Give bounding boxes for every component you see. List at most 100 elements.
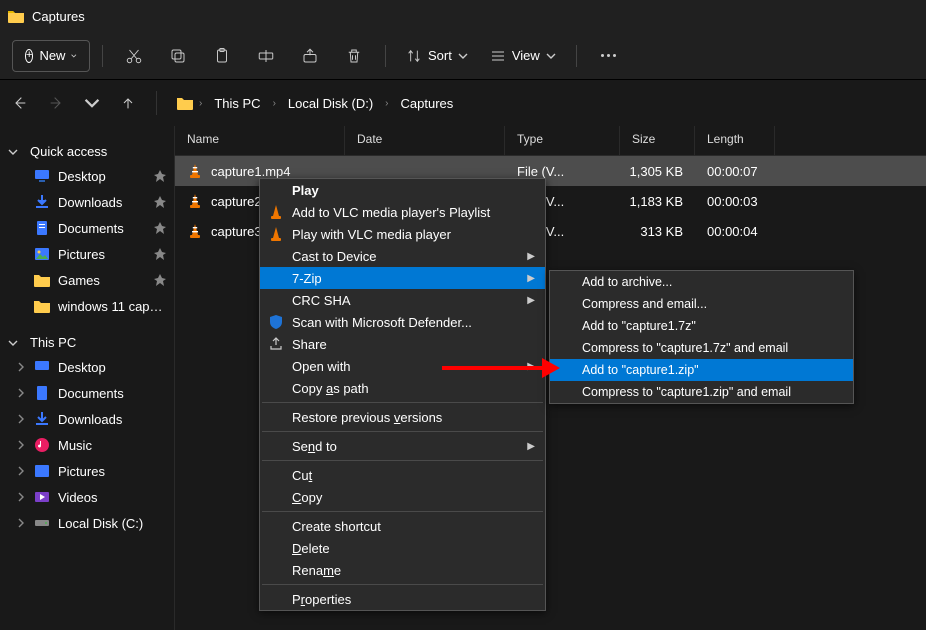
- column-length[interactable]: Length: [695, 126, 775, 155]
- menu-item-add-vlc-playlist[interactable]: Add to VLC media player's Playlist: [260, 201, 545, 223]
- paste-icon[interactable]: [203, 38, 241, 74]
- menu-item-play-vlc[interactable]: Play with VLC media player: [260, 223, 545, 245]
- menu-item-copy-as-path[interactable]: Copy as path: [260, 377, 545, 399]
- menu-item-add-archive[interactable]: Add to archive...: [550, 271, 853, 293]
- menu-item-send-to[interactable]: Send to▶: [260, 435, 545, 457]
- sidebar-item-desktop[interactable]: Desktop: [0, 163, 174, 189]
- sidebar-this-pc[interactable]: This PC: [0, 331, 174, 354]
- view-button[interactable]: View: [482, 44, 564, 68]
- breadcrumb-item[interactable]: Local Disk (D:): [282, 94, 379, 113]
- toolbar: + New Sort View: [0, 32, 926, 80]
- column-date[interactable]: Date: [345, 126, 505, 155]
- sidebar-item-w11captures[interactable]: windows 11 captures: [0, 293, 174, 319]
- recent-button[interactable]: [84, 95, 100, 111]
- column-name[interactable]: Name: [175, 126, 345, 155]
- menu-item-add-7z[interactable]: Add to "capture1.7z": [550, 315, 853, 337]
- titlebar: Captures: [0, 0, 926, 32]
- forward-button[interactable]: [48, 95, 64, 111]
- pictures-icon: [34, 463, 50, 479]
- menu-item-play[interactable]: Play: [260, 179, 545, 201]
- sidebar-item-label: Local Disk (C:): [58, 516, 166, 531]
- menu-item-crc[interactable]: CRC SHA▶: [260, 289, 545, 311]
- submenu-arrow-icon: ▶: [527, 251, 535, 262]
- chevron-right-icon: [16, 518, 26, 528]
- menu-item-cast[interactable]: Cast to Device▶: [260, 245, 545, 267]
- menu-item-compress-7z-email[interactable]: Compress to "capture1.7z" and email: [550, 337, 853, 359]
- sidebar-item-label: windows 11 captures: [58, 299, 166, 314]
- chevron-down-icon: [71, 53, 77, 59]
- menu-item-delete[interactable]: Delete: [260, 537, 545, 559]
- chevron-right-icon: ›: [385, 98, 388, 109]
- sidebar-item-pictures[interactable]: Pictures: [0, 458, 174, 484]
- delete-icon[interactable]: [335, 38, 373, 74]
- vlc-icon: [268, 226, 284, 242]
- sort-label: Sort: [428, 48, 452, 63]
- rename-icon[interactable]: [247, 38, 285, 74]
- menu-item-defender[interactable]: Scan with Microsoft Defender...: [260, 311, 545, 333]
- sidebar-item-documents[interactable]: Documents: [0, 215, 174, 241]
- sidebar-item-desktop[interactable]: Desktop: [0, 354, 174, 380]
- sidebar-item-music[interactable]: Music: [0, 432, 174, 458]
- new-button[interactable]: + New: [12, 40, 90, 72]
- sidebar-item-downloads[interactable]: Downloads: [0, 189, 174, 215]
- chevron-down-icon: [8, 147, 18, 157]
- submenu-arrow-icon: ▶: [527, 441, 535, 452]
- menu-item-rename[interactable]: Rename: [260, 559, 545, 581]
- column-headers: Name Date Type Size Length: [175, 126, 926, 156]
- cut-icon[interactable]: [115, 38, 153, 74]
- sidebar-item-label: This PC: [30, 335, 76, 350]
- menu-item-properties[interactable]: Properties: [260, 588, 545, 610]
- sidebar: Quick access Desktop Downloads Documents: [0, 126, 175, 630]
- documents-icon: [34, 385, 50, 401]
- sidebar-item-pictures[interactable]: Pictures: [0, 241, 174, 267]
- pin-icon: [154, 248, 166, 260]
- sidebar-item-games[interactable]: Games: [0, 267, 174, 293]
- submenu-arrow-icon: ▶: [527, 295, 535, 306]
- desktop-icon: [34, 359, 50, 375]
- menu-item-7zip[interactable]: 7-Zip▶: [260, 267, 545, 289]
- back-button[interactable]: [12, 95, 28, 111]
- folder-icon: [8, 9, 24, 23]
- sidebar-quick-access[interactable]: Quick access: [0, 140, 174, 163]
- sidebar-item-label: Downloads: [58, 412, 166, 427]
- sidebar-item-label: Documents: [58, 386, 166, 401]
- pin-icon: [154, 170, 166, 182]
- sort-button[interactable]: Sort: [398, 44, 476, 68]
- column-size[interactable]: Size: [620, 126, 695, 155]
- breadcrumb-item[interactable]: This PC: [208, 94, 266, 113]
- copy-icon[interactable]: [159, 38, 197, 74]
- file-length: 00:00:07: [707, 164, 758, 179]
- sidebar-item-label: Desktop: [58, 360, 166, 375]
- sidebar-item-downloads[interactable]: Downloads: [0, 406, 174, 432]
- vlc-icon: [187, 193, 203, 209]
- share-icon: [268, 336, 284, 352]
- menu-item-restore[interactable]: Restore previous versions: [260, 406, 545, 428]
- breadcrumb-item[interactable]: Captures: [395, 94, 460, 113]
- menu-item-compress-email[interactable]: Compress and email...: [550, 293, 853, 315]
- sidebar-item-label: Videos: [58, 490, 166, 505]
- more-button[interactable]: [589, 54, 628, 57]
- menu-item-create-shortcut[interactable]: Create shortcut: [260, 515, 545, 537]
- music-icon: [34, 437, 50, 453]
- file-size: 313 KB: [640, 224, 683, 239]
- file-length: 00:00:04: [707, 224, 758, 239]
- menu-item-copy[interactable]: Copy: [260, 486, 545, 508]
- folder-icon: [34, 272, 50, 288]
- sidebar-item-local-c[interactable]: Local Disk (C:): [0, 510, 174, 536]
- menu-item-cut[interactable]: Cut: [260, 464, 545, 486]
- column-type[interactable]: Type: [505, 126, 620, 155]
- menu-item-compress-zip-email[interactable]: Compress to "capture1.zip" and email: [550, 381, 853, 403]
- chevron-down-icon: [546, 51, 556, 61]
- share-icon[interactable]: [291, 38, 329, 74]
- downloads-icon: [34, 411, 50, 427]
- menu-item-share[interactable]: Share: [260, 333, 545, 355]
- folder-icon: [34, 298, 50, 314]
- menu-item-open-with[interactable]: Open with▶: [260, 355, 545, 377]
- shield-icon: [268, 314, 284, 330]
- sidebar-item-documents[interactable]: Documents: [0, 380, 174, 406]
- sidebar-item-videos[interactable]: Videos: [0, 484, 174, 510]
- documents-icon: [34, 220, 50, 236]
- up-button[interactable]: [120, 95, 136, 111]
- menu-item-add-zip[interactable]: Add to "capture1.zip": [550, 359, 853, 381]
- file-type: File (V...: [517, 164, 564, 179]
